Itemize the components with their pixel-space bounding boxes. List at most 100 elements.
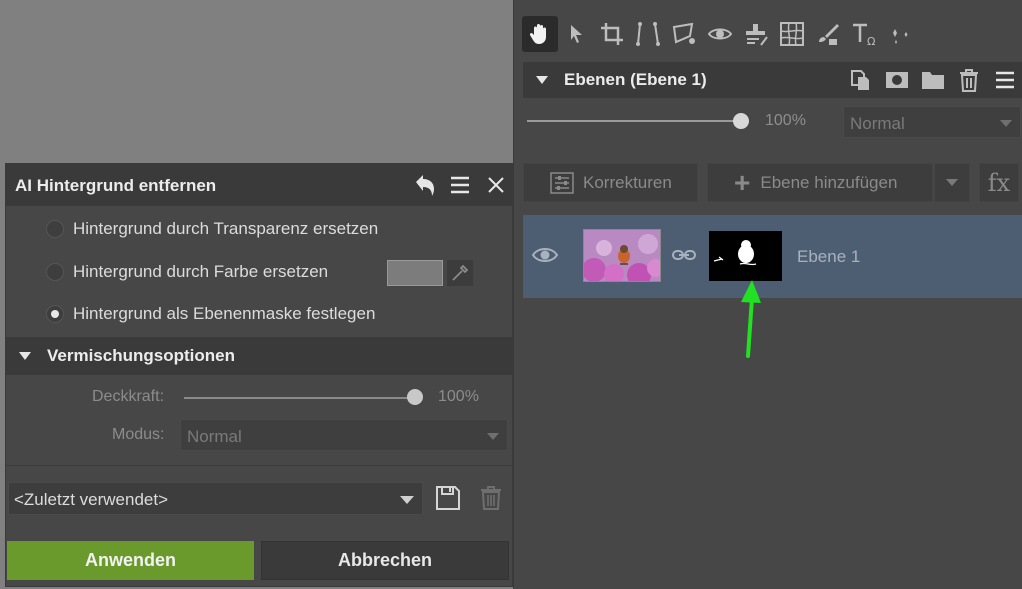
layer-effects-button[interactable]: fx — [979, 163, 1019, 202]
layer-thumbnail[interactable] — [583, 229, 661, 282]
chevron-down-icon — [946, 179, 958, 186]
remove-background-dialog: AI Hintergrund entfernen Hintergrund dur… — [5, 163, 513, 587]
mode-select[interactable]: Normal — [180, 419, 508, 451]
svg-text:Ω: Ω — [867, 35, 875, 47]
hand-icon — [529, 24, 546, 44]
layer-action-row: Korrekturen + Ebene hinzufügen fx — [523, 163, 1022, 203]
trash-icon — [481, 486, 501, 510]
text-tool-button[interactable]: Ω — [846, 16, 882, 52]
warp-tool-button[interactable] — [774, 16, 810, 52]
selection-tool-button[interactable] — [666, 16, 702, 52]
opacity-value: 100% — [438, 388, 479, 405]
plus-icon: + — [734, 166, 751, 198]
mode-label: Modus: — [112, 426, 165, 443]
tool-bar: Ω — [522, 14, 1022, 54]
reset-button[interactable] — [412, 172, 438, 198]
hand-tool-button[interactable] — [522, 16, 558, 52]
effects-tool-button[interactable] — [882, 16, 918, 52]
visibility-eye-icon[interactable] — [531, 245, 559, 265]
blend-options-section-header[interactable]: Vermischungsoptionen — [6, 337, 512, 375]
opacity-slider-track[interactable] — [527, 120, 741, 122]
divider — [6, 465, 512, 466]
radio-transparency-label: Hintergrund durch Transparenz ersetzen — [73, 219, 379, 238]
background-color-swatch[interactable] — [387, 260, 443, 286]
layer-opacity-row: 100% Normal — [523, 106, 1022, 140]
duplicate-layer-button[interactable] — [843, 62, 879, 98]
radio-button[interactable] — [46, 220, 64, 238]
radio-transparency[interactable]: Hintergrund durch Transparenz ersetzen — [46, 214, 378, 244]
blend-mode-select[interactable]: Normal — [843, 106, 1021, 138]
delete-preset-button[interactable] — [478, 484, 504, 512]
hamburger-menu-icon — [996, 71, 1014, 89]
trash-icon — [960, 69, 978, 92]
layer-name: Ebene 1 — [797, 247, 861, 266]
layer-row[interactable]: Ebene 1 — [523, 215, 1022, 298]
mask-link-icon[interactable] — [671, 247, 697, 263]
undo-icon — [416, 175, 434, 196]
perspective-tool-button[interactable] — [630, 16, 666, 52]
folder-icon — [922, 72, 944, 89]
layer-thumbnail-image — [584, 230, 660, 281]
selection-icon — [672, 22, 695, 44]
brush-tool-button[interactable] — [810, 16, 846, 52]
preset-select[interactable]: <Zuletzt verwendet> — [8, 482, 423, 515]
collapse-triangle-icon[interactable] — [19, 352, 31, 360]
new-group-button[interactable] — [915, 62, 951, 98]
opacity-slider-track[interactable] — [184, 397, 416, 399]
right-panel: Ω Ebenen (Ebene 1) 100% Normal Korrektur… — [513, 0, 1022, 589]
eye-icon — [707, 28, 733, 40]
add-layer-label: Ebene hinzufügen — [760, 172, 898, 192]
save-preset-button[interactable] — [434, 484, 462, 512]
blend-options-title: Vermischungsoptionen — [47, 346, 235, 365]
red-eye-tool-button[interactable] — [702, 16, 738, 52]
radio-color-label: Hintergrund durch Farbe ersetzen — [73, 262, 329, 281]
close-button[interactable] — [483, 172, 509, 198]
radio-layer-mask[interactable]: Hintergrund als Ebenenmaske festlegen — [46, 299, 375, 329]
layer-mask-thumbnail[interactable] — [709, 231, 782, 281]
duplicate-icon — [851, 70, 869, 90]
effects-icon — [893, 29, 908, 44]
add-mask-button[interactable] — [879, 62, 915, 98]
radio-button[interactable] — [46, 263, 64, 281]
dialog-menu-button[interactable] — [447, 172, 473, 198]
blend-mode-value: Normal — [850, 114, 905, 133]
layers-panel-title: Ebenen (Ebene 1) — [564, 70, 707, 89]
fx-label: fx — [987, 168, 1011, 197]
layers-panel-header[interactable]: Ebenen (Ebene 1) — [523, 62, 1022, 98]
opacity-value: 100% — [765, 112, 806, 129]
eyedropper-icon — [452, 264, 469, 281]
close-icon — [488, 177, 504, 193]
layers-menu-button[interactable] — [987, 62, 1022, 98]
pointer-tool-button[interactable] — [558, 16, 594, 52]
clone-stamp-icon — [746, 24, 768, 46]
apply-button[interactable]: Anwenden — [7, 541, 254, 580]
add-layer-dropdown-button[interactable] — [934, 163, 970, 202]
eyedropper-button[interactable] — [447, 260, 473, 286]
clone-stamp-tool-button[interactable] — [738, 16, 774, 52]
save-icon — [436, 486, 460, 510]
collapse-triangle-icon[interactable] — [536, 76, 548, 84]
adjustments-icon — [550, 171, 574, 194]
delete-layer-button[interactable] — [951, 62, 987, 98]
mode-value: Normal — [187, 427, 242, 446]
hamburger-menu-icon — [451, 176, 469, 194]
cancel-button[interactable]: Abbrechen — [261, 541, 509, 580]
radio-button-checked[interactable] — [46, 305, 64, 323]
crop-tool-button[interactable] — [594, 16, 630, 52]
opacity-slider-handle[interactable] — [407, 389, 423, 405]
crop-icon — [601, 23, 623, 45]
chevron-down-icon — [400, 496, 414, 504]
radio-color[interactable]: Hintergrund durch Farbe ersetzen — [46, 257, 328, 287]
brush-eraser-icon — [819, 24, 839, 45]
opacity-slider-handle[interactable] — [733, 113, 749, 129]
annotation-arrow-icon — [741, 280, 761, 358]
text-icon: Ω — [853, 23, 875, 47]
layer-mask-image — [709, 231, 782, 281]
radio-layer-mask-label: Hintergrund als Ebenenmaske festlegen — [73, 304, 376, 323]
dialog-title: AI Hintergrund entfernen — [15, 176, 217, 195]
chevron-down-icon — [1000, 120, 1012, 127]
preset-value: <Zuletzt verwendet> — [14, 490, 169, 509]
add-layer-button[interactable]: + Ebene hinzufügen — [707, 163, 933, 202]
mask-icon — [886, 72, 908, 88]
corrections-button[interactable]: Korrekturen — [523, 163, 698, 202]
